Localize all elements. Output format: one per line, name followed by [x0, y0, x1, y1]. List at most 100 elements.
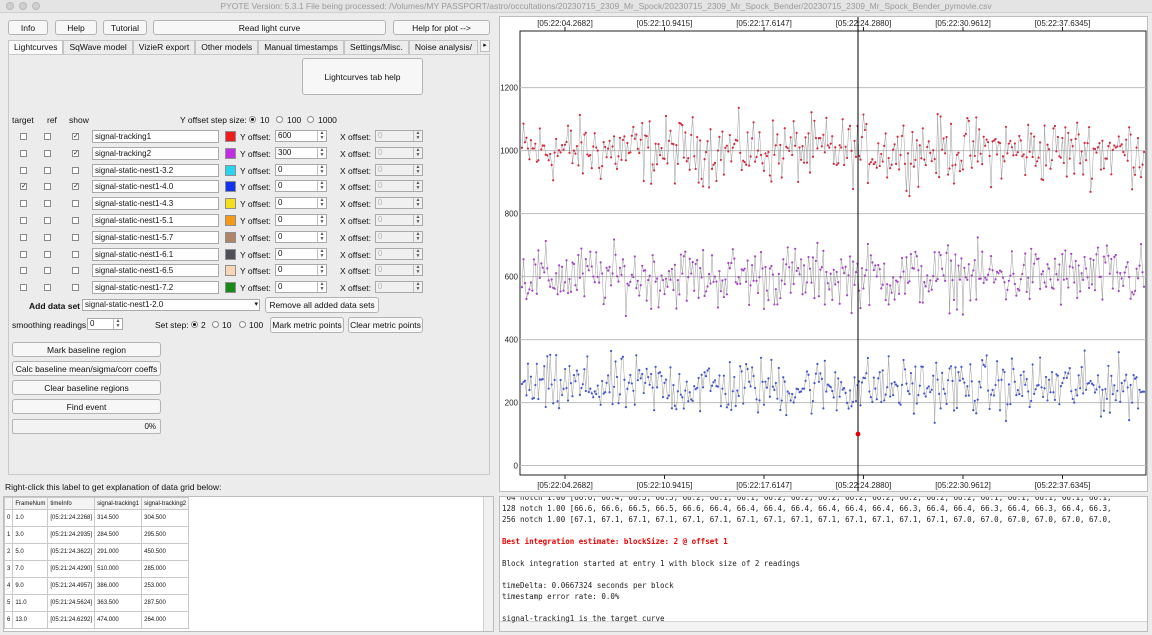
y-offset-spinbox[interactable]: 0 ▲ ▼ — [275, 180, 327, 193]
color-swatch[interactable] — [225, 248, 236, 260]
tutorial-button[interactable]: Tutorial — [103, 20, 147, 35]
set-step-10-radio[interactable] — [212, 321, 219, 328]
target-checkbox[interactable] — [20, 284, 27, 292]
grid-cell[interactable]: 253.000 — [141, 577, 190, 595]
table-row[interactable]: 2 5.0 [05:21:24.3622] 291.000 450.500 — [4, 543, 190, 561]
grid-cell[interactable]: 295.500 — [141, 526, 190, 544]
show-checkbox[interactable] — [72, 250, 79, 258]
spin-arrows-icon[interactable]: ▲ ▼ — [317, 131, 326, 141]
spin-arrows-icon[interactable]: ▲ ▼ — [317, 164, 326, 175]
table-row[interactable]: 4 9.0 [05:21:24.4957] 386.000 253.000 — [4, 577, 190, 595]
data-grid-table[interactable]: FrameNum timeInfo signal-tracking1 signal-t… — [4, 497, 190, 629]
mark-metric-points-button[interactable]: Mark metric points — [270, 317, 344, 333]
help-button[interactable]: Help — [55, 20, 97, 35]
grid-cell[interactable]: 291.000 — [94, 543, 143, 561]
show-checkbox[interactable] — [72, 200, 79, 208]
target-checkbox[interactable] — [20, 149, 27, 157]
data-grid[interactable]: FrameNum timeInfo signal-tracking1 signal-t… — [3, 496, 494, 632]
x-offset-spinbox[interactable]: 0 ▲ ▼ — [375, 163, 423, 176]
remove-all-data-sets-button[interactable]: Remove all added data sets — [265, 297, 379, 313]
tab-scroll-right-icon[interactable]: ▸ — [480, 40, 491, 52]
lightcurve-plot[interactable]: 0 200 400 600 800 1000 1200 [05:22:04.2682] [05:… — [499, 16, 1148, 492]
x-offset-spinbox[interactable]: 0 ▲ ▼ — [375, 180, 423, 193]
grid-cell[interactable]: 5.0 — [12, 543, 49, 561]
read-light-curve-button[interactable]: Read light curve — [153, 20, 386, 35]
y-offset-spinbox[interactable]: 0 ▲ ▼ — [275, 281, 327, 294]
lightcurve-name-field[interactable]: signal-static-nest1-7.2 — [92, 281, 219, 295]
target-checkbox[interactable]: ✓ — [20, 183, 27, 191]
target-checkbox[interactable] — [20, 267, 27, 275]
grid-cell[interactable]: [05:21:24.4957] — [47, 577, 96, 595]
spin-arrows-icon[interactable]: ▲ ▼ — [413, 164, 422, 175]
y-offset-spinbox[interactable]: 0 ▲ ▼ — [275, 264, 327, 277]
spin-arrows-icon[interactable]: ▲ ▼ — [113, 319, 122, 329]
table-row[interactable]: 1 3.0 [05:21:24.2935] 284.500 295.500 — [4, 526, 190, 544]
x-offset-spinbox[interactable]: 0 ▲ ▼ — [375, 247, 423, 260]
spin-arrows-icon[interactable]: ▲ ▼ — [413, 198, 422, 209]
target-checkbox[interactable] — [20, 133, 27, 140]
spin-arrows-icon[interactable]: ▲ ▼ — [317, 265, 326, 276]
spin-arrows-icon[interactable]: ▲ ▼ — [317, 248, 326, 259]
target-checkbox[interactable] — [20, 200, 27, 208]
x-offset-spinbox[interactable]: 0 ▲ ▼ — [375, 230, 423, 243]
ref-checkbox[interactable] — [44, 284, 51, 292]
spin-arrows-icon[interactable]: ▲ ▼ — [413, 265, 422, 276]
lightcurve-name-field[interactable]: signal-static-nest1-5.7 — [92, 230, 219, 244]
spin-arrows-icon[interactable]: ▲ ▼ — [317, 147, 326, 158]
row-index[interactable]: 2 — [4, 543, 14, 561]
row-index[interactable]: 5 — [4, 594, 14, 612]
spin-arrows-icon[interactable]: ▲ ▼ — [317, 282, 326, 293]
lightcurves-tab-help-button[interactable]: Lightcurves tab help — [302, 58, 423, 95]
show-checkbox[interactable]: ✓ — [72, 133, 79, 140]
tab-other-models[interactable]: Other models — [195, 40, 259, 54]
ref-checkbox[interactable] — [44, 200, 51, 208]
table-row[interactable]: 5 11.0 [05:21:24.5624] 363.500 287.500 — [4, 594, 190, 612]
color-swatch[interactable] — [225, 198, 236, 210]
row-index[interactable]: 3 — [4, 560, 14, 578]
table-row[interactable]: 6 13.0 [05:21:24.6292] 474.000 264.000 — [4, 611, 190, 629]
target-checkbox[interactable] — [20, 217, 27, 224]
y-offset-spinbox[interactable]: 600 ▲ ▼ — [275, 130, 327, 142]
y-step-1000-radio[interactable] — [307, 116, 314, 123]
show-checkbox[interactable]: ✓ — [72, 149, 79, 157]
y-step-10-radio[interactable] — [249, 116, 256, 123]
target-checkbox[interactable] — [20, 250, 27, 258]
spin-arrows-icon[interactable]: ▲ ▼ — [413, 282, 422, 293]
output-log[interactable]: 64 notch 1.00 [66.6, 66.4, 66.5, 66.5, 6… — [499, 496, 1148, 632]
show-checkbox[interactable] — [72, 284, 79, 292]
lightcurve-name-field[interactable]: signal-static-nest1-6.1 — [92, 247, 219, 261]
x-offset-spinbox[interactable]: 0 ▲ ▼ — [375, 264, 423, 277]
grid-cell[interactable]: 7.0 — [12, 560, 49, 578]
lightcurve-name-field[interactable]: signal-static-nest1-4.0 — [92, 180, 219, 194]
spin-arrows-icon[interactable]: ▲ ▼ — [317, 215, 326, 225]
set-step-2-radio[interactable] — [191, 321, 198, 328]
show-checkbox[interactable] — [72, 166, 79, 174]
minimize-window-icon[interactable] — [19, 2, 27, 10]
tab-sqwave-model[interactable]: SqWave model — [63, 40, 133, 54]
set-step-100-radio[interactable] — [239, 321, 246, 328]
grid-cell[interactable]: 363.500 — [94, 594, 143, 612]
target-checkbox[interactable] — [20, 233, 27, 241]
grid-cell[interactable]: 1.0 — [12, 509, 49, 527]
lightcurve-name-field[interactable]: signal-static-nest1-4.3 — [92, 197, 219, 211]
tab-vizier-export[interactable]: VizieR export — [132, 40, 196, 54]
grid-cell[interactable]: [05:21:24.3622] — [47, 543, 96, 561]
calc-baseline-button[interactable]: Calc baseline mean/sigma/corr coeffs — [12, 361, 161, 376]
grid-cell[interactable]: [05:21:24.5624] — [47, 594, 96, 612]
show-checkbox[interactable] — [72, 267, 79, 275]
x-offset-spinbox[interactable]: 0 ▲ ▼ — [375, 281, 423, 294]
grid-cell[interactable]: 264.000 — [141, 611, 190, 629]
spin-arrows-icon[interactable]: ▲ ▼ — [413, 231, 422, 242]
spin-arrows-icon[interactable]: ▲ ▼ — [413, 131, 422, 141]
color-swatch[interactable] — [225, 265, 236, 277]
tab-settings-misc[interactable]: Settings/Misc. — [343, 40, 409, 54]
grid-column-header[interactable]: signal-tracking1 — [94, 497, 143, 510]
grid-cell[interactable]: 450.500 — [141, 543, 190, 561]
row-index[interactable]: 1 — [4, 526, 14, 544]
spin-arrows-icon[interactable]: ▲ ▼ — [413, 215, 422, 225]
clear-baseline-regions-button[interactable]: Clear baseline regions — [12, 380, 161, 395]
grid-cell[interactable]: [05:21:24.2268] — [47, 509, 96, 527]
add-data-set-select[interactable]: signal-static-nest1-2.0 ▾ — [82, 299, 260, 311]
lightcurve-name-field[interactable]: signal-static-nest1-6.5 — [92, 264, 219, 278]
x-offset-spinbox[interactable]: 0 ▲ ▼ — [375, 146, 423, 159]
